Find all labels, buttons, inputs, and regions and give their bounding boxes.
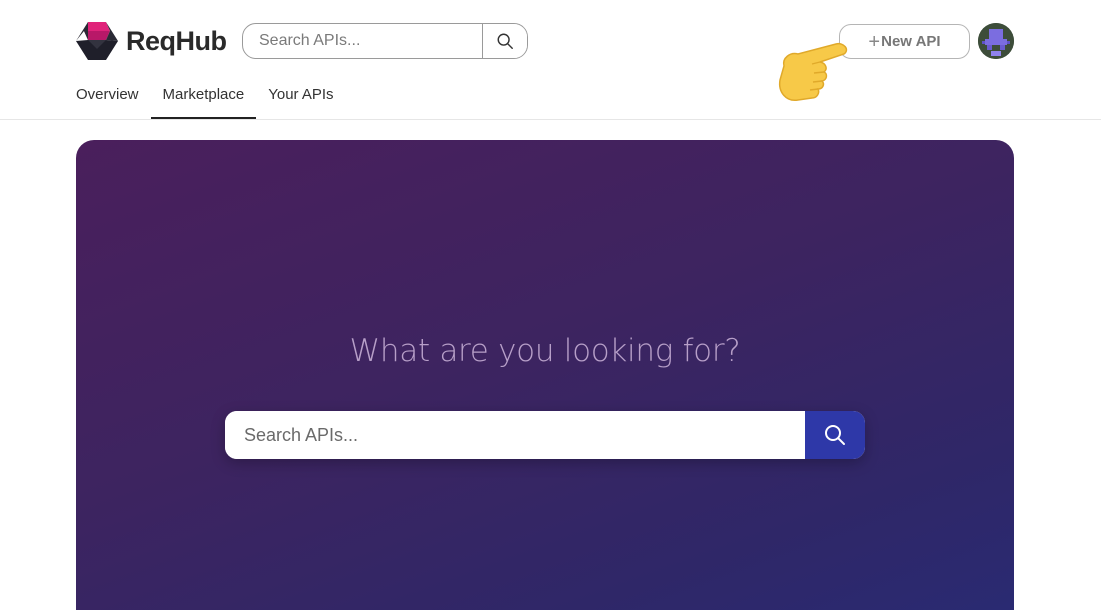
new-api-button[interactable]: + New API bbox=[839, 24, 970, 59]
header-search-button[interactable] bbox=[482, 24, 527, 58]
plus-icon: + bbox=[868, 30, 881, 53]
new-api-label: New API bbox=[881, 33, 941, 50]
main-nav: Overview Marketplace Your APIs bbox=[76, 78, 358, 119]
hero-search-input[interactable] bbox=[225, 411, 805, 459]
header-search bbox=[242, 23, 528, 59]
top-header: ReqHub Overview Marketplace Your APIs + … bbox=[0, 0, 1101, 120]
avatar-icon bbox=[978, 23, 1014, 59]
tab-overview[interactable]: Overview bbox=[76, 78, 139, 119]
tab-marketplace[interactable]: Marketplace bbox=[150, 78, 256, 119]
hero-search-button[interactable] bbox=[805, 411, 865, 459]
tab-your-apis[interactable]: Your APIs bbox=[268, 78, 333, 119]
search-icon bbox=[497, 33, 513, 49]
reqhub-logo-icon bbox=[76, 22, 118, 60]
hero-title: What are you looking for? bbox=[349, 333, 741, 369]
search-icon bbox=[825, 425, 845, 445]
pointing-hand-icon bbox=[778, 42, 848, 101]
brand-logo[interactable]: ReqHub bbox=[76, 22, 227, 60]
hero-search bbox=[225, 411, 865, 459]
user-avatar[interactable] bbox=[978, 23, 1014, 59]
header-search-input[interactable] bbox=[243, 24, 482, 58]
hero-banner: What are you looking for? bbox=[76, 140, 1014, 610]
brand-name: ReqHub bbox=[126, 25, 227, 56]
